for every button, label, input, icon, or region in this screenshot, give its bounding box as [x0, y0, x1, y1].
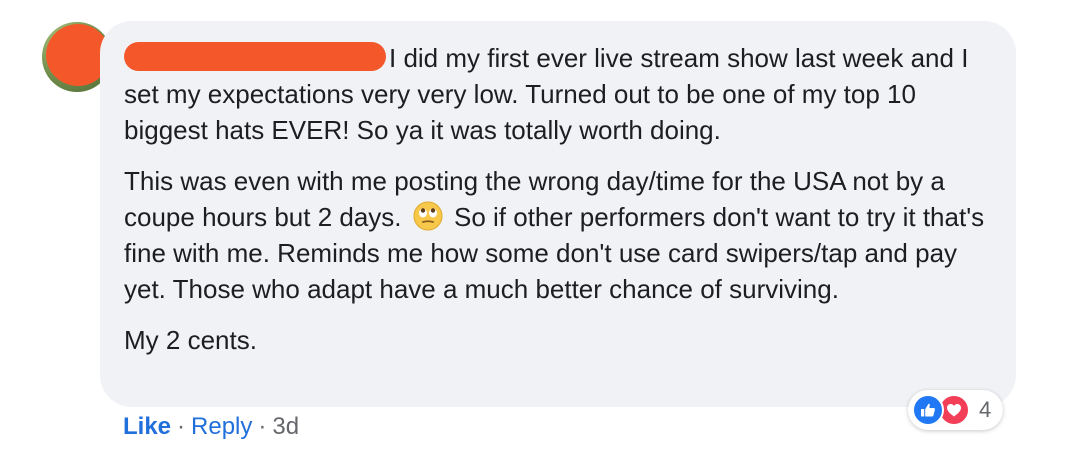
separator-dot: ·	[258, 413, 267, 440]
comment-paragraph-3: My 2 cents.	[124, 322, 996, 358]
comment-text-4: My 2 cents.	[124, 325, 257, 355]
reaction-count: 4	[979, 397, 992, 422]
comment-actions: Like · Reply · 3d	[123, 411, 299, 443]
like-reaction-icon	[912, 394, 944, 426]
commenter-name-redacted[interactable]	[124, 42, 386, 71]
reply-button[interactable]: Reply	[191, 413, 252, 440]
comment-paragraph-1: I did my first ever live stream show las…	[124, 40, 996, 148]
separator-dot: ·	[177, 413, 186, 440]
comment-timestamp[interactable]: 3d	[272, 413, 299, 440]
reactions-summary[interactable]: 4	[908, 390, 1004, 430]
comment-bubble: I did my first ever live stream show las…	[100, 21, 1016, 407]
like-button[interactable]: Like	[123, 413, 171, 440]
rolling-eyes-emoji-icon	[413, 201, 443, 231]
comment-paragraph-2: This was even with me posting the wrong …	[124, 163, 996, 307]
